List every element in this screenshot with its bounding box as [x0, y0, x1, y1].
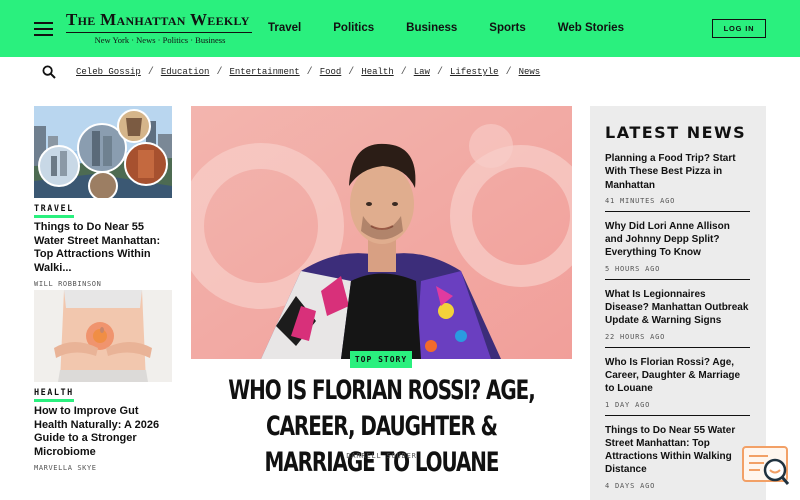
- subnav-entertainment[interactable]: Entertainment: [229, 67, 299, 77]
- logo-title: The Manhattan Weekly: [66, 10, 250, 29]
- hero-image[interactable]: [191, 106, 572, 359]
- travel-thumbnail[interactable]: [34, 106, 172, 198]
- search-icon[interactable]: [42, 65, 56, 79]
- news-timestamp: 1 DAY AGO: [605, 400, 651, 409]
- news-title[interactable]: Why Did Lori Anne Allison and Johnny Dep…: [605, 220, 750, 260]
- nav-travel[interactable]: Travel: [268, 22, 301, 34]
- article-title[interactable]: How to Improve Gut Health Naturally: A 2…: [34, 405, 172, 459]
- subnav-law[interactable]: Law: [414, 67, 430, 77]
- separator: /: [306, 66, 313, 78]
- subnav-celeb-gossip[interactable]: Celeb Gossip: [76, 67, 141, 77]
- article-author: WILL ROBBINSON: [34, 280, 102, 288]
- latest-news-list: Planning a Food Trip? Start With These B…: [605, 152, 750, 500]
- news-title[interactable]: What Is Legionnaires Disease? Manhattan …: [605, 288, 750, 328]
- nav-politics[interactable]: Politics: [333, 22, 374, 34]
- list-item[interactable]: Things to Do Near 55 Water Street Manhat…: [605, 424, 750, 496]
- category-subnav: Celeb Gossip / Education / Entertainment…: [42, 64, 540, 80]
- hero-headline[interactable]: WHO IS FLORIAN ROSSI? AGE, CAREER, DAUGH…: [225, 373, 537, 481]
- site-header: The Manhattan Weekly New York · News · P…: [0, 0, 800, 57]
- news-timestamp: 22 HOURS AGO: [605, 332, 666, 341]
- list-item[interactable]: Who Is Florian Rossi? Age, Career, Daugh…: [605, 356, 750, 416]
- article-title[interactable]: Things to Do Near 55 Water Street Manhat…: [34, 221, 172, 275]
- logo-divider: [66, 32, 252, 33]
- nav-web-stories[interactable]: Web Stories: [558, 22, 624, 34]
- news-title[interactable]: Who Is Florian Rossi? Age, Career, Daugh…: [605, 356, 750, 396]
- main-nav: Travel Politics Business Sports Web Stor…: [268, 22, 656, 34]
- news-title[interactable]: Things to Do Near 55 Water Street Manhat…: [605, 424, 750, 477]
- news-title[interactable]: Planning a Food Trip? Start With These B…: [605, 152, 750, 192]
- separator: /: [400, 66, 407, 78]
- news-timestamp: 41 MINUTES AGO: [605, 196, 676, 205]
- health-thumbnail[interactable]: [34, 290, 172, 382]
- category-label[interactable]: TRAVEL: [34, 204, 74, 218]
- subnav-education[interactable]: Education: [161, 67, 210, 77]
- hamburger-menu-icon[interactable]: [34, 22, 53, 36]
- category-links: Celeb Gossip / Education / Entertainment…: [76, 67, 540, 78]
- subnav-lifestyle[interactable]: Lifestyle: [450, 67, 499, 77]
- list-item[interactable]: What Is Legionnaires Disease? Manhattan …: [605, 288, 750, 348]
- list-item[interactable]: Why Did Lori Anne Allison and Johnny Dep…: [605, 220, 750, 280]
- separator: /: [436, 66, 443, 78]
- latest-news-sidebar: LATEST NEWS Planning a Food Trip? Start …: [590, 106, 766, 500]
- news-timestamp: 5 HOURS AGO: [605, 264, 661, 273]
- separator: /: [348, 66, 355, 78]
- separator: /: [147, 66, 154, 78]
- top-story-tag: TOP STORY: [350, 351, 412, 368]
- subnav-food[interactable]: Food: [320, 67, 342, 77]
- separator: /: [216, 66, 223, 78]
- article-author: MARVELLA SKYE: [34, 464, 97, 472]
- chat-search-icon[interactable]: [742, 446, 790, 490]
- article-card-travel[interactable]: TRAVEL Things to Do Near 55 Water Street…: [34, 106, 172, 288]
- hero-author: DARRELL SOUDER: [346, 452, 417, 460]
- latest-news-heading: LATEST NEWS: [605, 123, 747, 142]
- nav-sports[interactable]: Sports: [489, 22, 525, 34]
- nav-business[interactable]: Business: [406, 22, 457, 34]
- subnav-news[interactable]: News: [519, 67, 541, 77]
- logo-tagline: New York · News · Politics · Business: [94, 35, 226, 45]
- site-logo[interactable]: The Manhattan Weekly New York · News · P…: [66, 10, 254, 45]
- category-label[interactable]: HEALTH: [34, 388, 74, 402]
- separator: /: [505, 66, 512, 78]
- list-item[interactable]: Planning a Food Trip? Start With These B…: [605, 152, 750, 212]
- subnav-health[interactable]: Health: [361, 67, 393, 77]
- news-timestamp: 4 DAYS AGO: [605, 481, 656, 490]
- login-button[interactable]: LOG IN: [712, 19, 766, 38]
- article-card-health[interactable]: HEALTH How to Improve Gut Health Natural…: [34, 290, 172, 472]
